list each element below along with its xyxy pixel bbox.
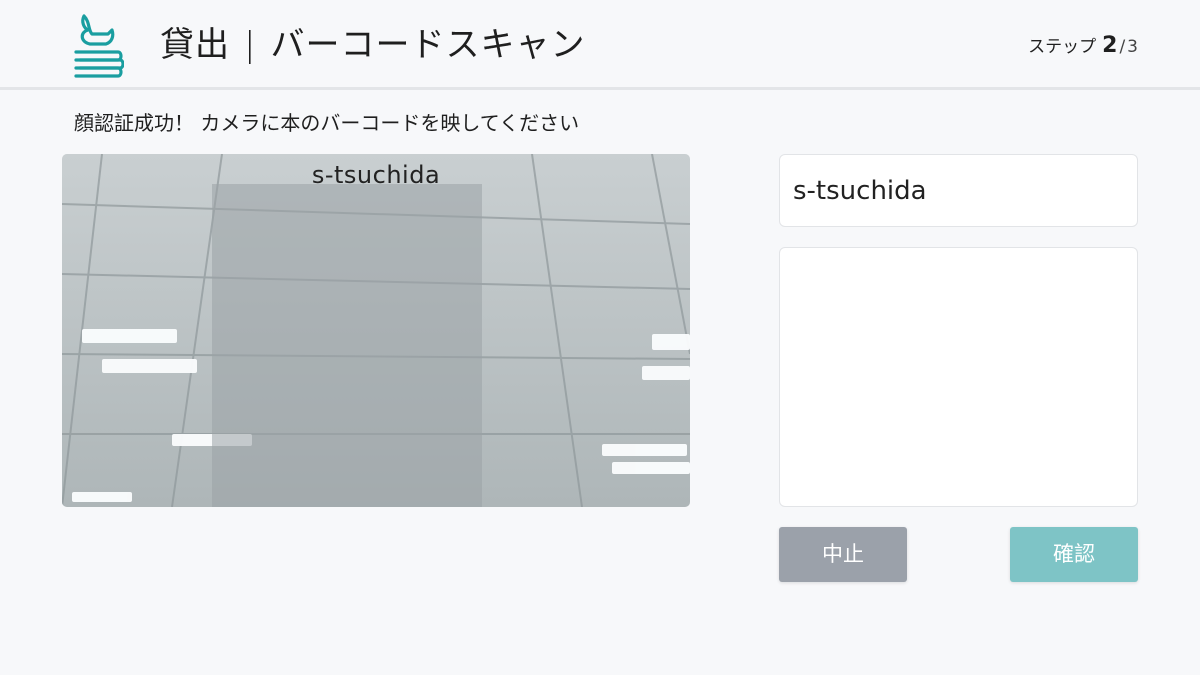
book-list-field[interactable] bbox=[779, 247, 1138, 507]
step-indicator: ステップ 2/3 bbox=[1028, 32, 1138, 61]
title-main: 貸出 bbox=[160, 25, 230, 65]
step-current: 2 bbox=[1102, 33, 1118, 58]
page-title: 貸出 | バーコードスキャン bbox=[160, 22, 585, 68]
camera-preview: s-tsuchida bbox=[62, 154, 690, 507]
bird-on-books-icon bbox=[74, 14, 124, 78]
app-header: 貸出 | バーコードスキャン ステップ 2/3 bbox=[0, 0, 1200, 90]
cancel-button[interactable]: 中止 bbox=[779, 527, 907, 582]
user-id-field[interactable]: s-tsuchida bbox=[779, 154, 1138, 227]
step-label: ステップ bbox=[1028, 37, 1097, 57]
instruction-text: 顔認証成功！ カメラに本のバーコードを映してください bbox=[74, 111, 580, 135]
title-sub: バーコードスキャン bbox=[270, 25, 586, 65]
confirm-button[interactable]: 確認 bbox=[1010, 527, 1138, 582]
recognized-user-label: s-tsuchida bbox=[311, 161, 441, 189]
title-separator: | bbox=[244, 25, 257, 65]
step-total: 3 bbox=[1127, 37, 1138, 57]
step-separator: / bbox=[1119, 37, 1126, 57]
camera-background bbox=[62, 154, 690, 507]
